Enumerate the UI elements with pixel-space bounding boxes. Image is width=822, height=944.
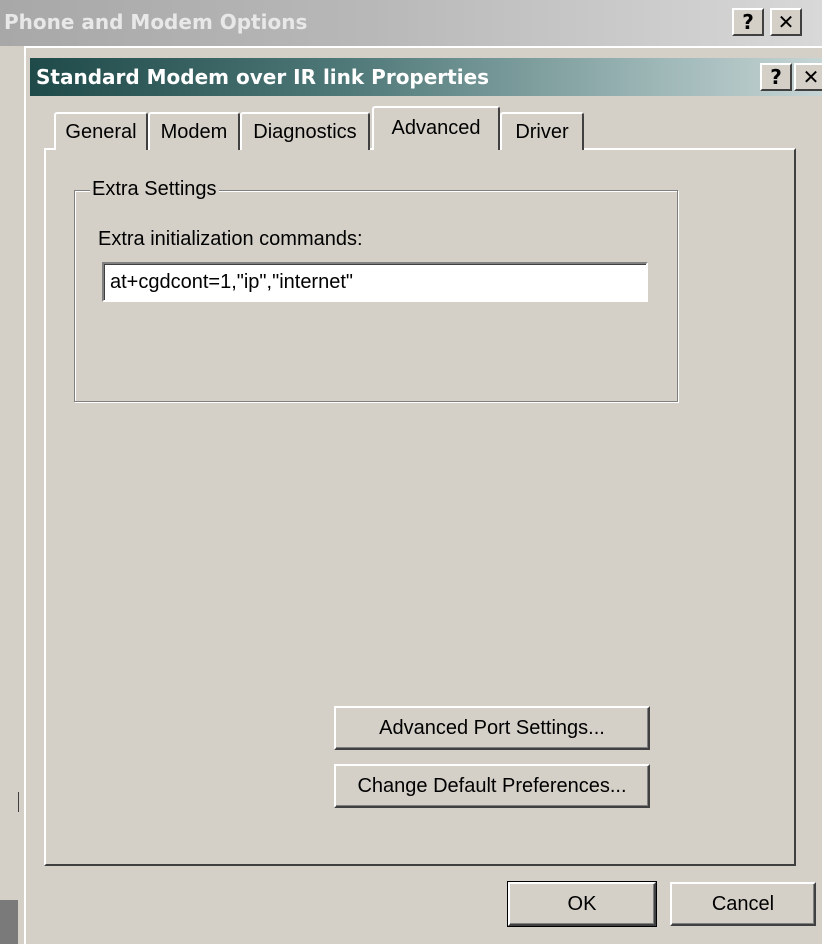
outer-window-shadow [0,900,18,944]
tab-modem[interactable]: Modem [148,112,240,150]
outer-window-title: Phone and Modem Options [4,10,308,34]
extra-init-commands-input[interactable] [102,262,648,302]
tab-diagnostics[interactable]: Diagnostics [240,112,370,150]
tab-general[interactable]: General [54,112,148,150]
tab-driver[interactable]: Driver [500,112,584,150]
tab-advanced[interactable]: Advanced [372,106,500,150]
outer-help-button[interactable]: ? [732,8,764,36]
dialog-close-button[interactable]: ✕ [794,63,822,91]
screen: Phone and Modem Options ? ✕ Standard Mod… [0,0,822,944]
outer-window-titlebar[interactable]: Phone and Modem Options ? ✕ [0,0,822,46]
dialog-help-button[interactable]: ? [760,63,792,91]
outer-window-divider [18,792,19,812]
outer-close-button[interactable]: ✕ [770,8,802,36]
outer-window-body [0,46,25,944]
dialog-titlebar[interactable]: Standard Modem over IR link Properties ?… [30,58,822,96]
change-default-preferences-button[interactable]: Change Default Preferences... [334,764,650,808]
ok-button[interactable]: OK [507,881,657,927]
extra-init-commands-label: Extra initialization commands: [98,228,363,250]
dialog-title: Standard Modem over IR link Properties [36,65,490,89]
extra-settings-group-label: Extra Settings [90,178,219,201]
advanced-port-settings-button[interactable]: Advanced Port Settings... [334,706,650,750]
cancel-button[interactable]: Cancel [670,882,816,926]
